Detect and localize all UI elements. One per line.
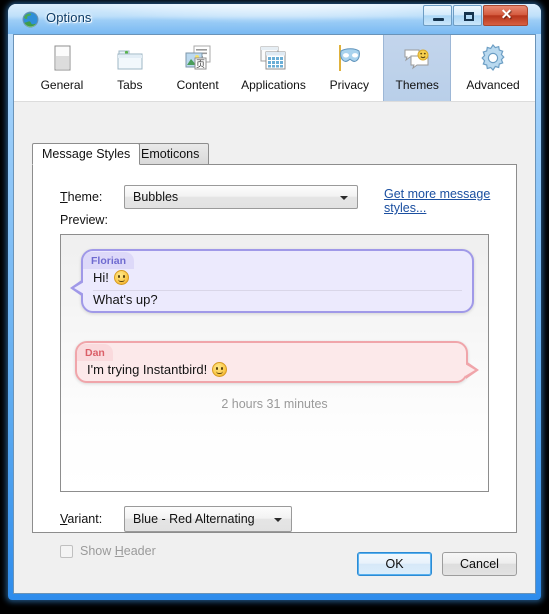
smiley-icon — [113, 270, 129, 285]
ok-button-label: OK — [385, 557, 404, 571]
chevron-down-icon — [274, 518, 282, 522]
cancel-button-label: Cancel — [460, 557, 499, 571]
options-category-toolbar[interactable]: General Tabs 页 Content Applications Priv… — [14, 35, 535, 102]
toolbar-label-applications: Applications — [241, 78, 306, 92]
chevron-down-icon — [340, 196, 348, 200]
chat-smiley-icon — [401, 42, 433, 74]
svg-text:页: 页 — [196, 59, 205, 70]
variant-label: Variant: — [60, 507, 102, 531]
variant-dropdown[interactable]: Blue - Red Alternating — [124, 506, 292, 532]
chat-bubble-dan: Dan I'm trying Instantbird! — [75, 341, 479, 383]
title-bar[interactable]: Options ✕ — [8, 4, 541, 34]
theme-dropdown-value: Bubbles — [133, 190, 179, 204]
bubble-sender-florian: Florian — [83, 252, 135, 269]
get-more-message-styles-link[interactable]: Get more message styles... — [384, 187, 500, 215]
bubble-line-1: I'm trying Instantbird! — [77, 361, 466, 381]
toolbar-item-privacy[interactable]: Privacy — [315, 35, 383, 101]
bubble-text-hi: Hi! — [93, 270, 109, 285]
bubble-line-1: Hi! — [83, 269, 472, 289]
ok-button[interactable]: OK — [357, 552, 432, 576]
toolbar-item-advanced[interactable]: Advanced — [451, 35, 535, 101]
window-pane-icon — [46, 42, 78, 74]
toolbar-label-advanced: Advanced — [466, 78, 520, 92]
toolbar-label-themes: Themes — [395, 78, 439, 92]
theme-row: Theme: Bubbles Get more message styles..… — [60, 185, 500, 215]
maximize-icon — [464, 12, 474, 21]
tab-message-styles[interactable]: Message Styles — [32, 143, 141, 165]
tab-label-emoticons: Emoticons — [141, 147, 200, 161]
theme-dropdown[interactable]: Bubbles — [124, 185, 358, 209]
preview-pane: Florian Hi! What's up? Dan I'm trying In… — [60, 234, 489, 492]
folder-tabs-icon — [114, 42, 146, 74]
toolbar-label-privacy: Privacy — [329, 78, 369, 92]
bubble-text-whats-up: What's up? — [93, 292, 158, 307]
options-window: Options ✕ General Tabs 页 Content Applica… — [8, 4, 541, 600]
bubble-tail-left-inner — [74, 282, 84, 294]
tab-emoticons[interactable]: Emoticons — [131, 143, 210, 165]
theme-label-accel: T — [60, 190, 68, 204]
theme-label: Theme: — [60, 185, 102, 209]
show-header-label-accel: H — [114, 544, 124, 558]
toolbar-item-tabs[interactable]: Tabs — [96, 35, 164, 101]
toolbar-label-content: Content — [176, 78, 219, 92]
cancel-button[interactable]: Cancel — [442, 552, 517, 576]
options-content: Message Styles Emoticons Theme: Bubbles … — [14, 102, 535, 593]
globe-icon — [22, 11, 39, 28]
gear-icon — [477, 42, 509, 74]
minimize-icon — [433, 18, 444, 21]
close-icon: ✕ — [500, 8, 513, 23]
bubble-sender-dan: Dan — [77, 344, 113, 361]
theme-label-rest: heme: — [67, 190, 103, 204]
tab-strip[interactable]: Message Styles Emoticons — [32, 143, 517, 165]
window-title: Options — [46, 10, 92, 25]
tab-label-message-styles: Message Styles — [42, 147, 131, 161]
toolbar-item-general[interactable]: General — [28, 35, 96, 101]
smiley-icon — [212, 362, 228, 377]
close-button[interactable]: ✕ — [483, 5, 528, 26]
show-header-label-before: Show — [80, 544, 115, 558]
show-header-label: Show Header — [80, 544, 156, 558]
variant-row: Variant: Blue - Red Alternating — [60, 506, 500, 532]
preview-status-text: 2 hours 31 minutes — [221, 397, 328, 411]
show-header-checkbox[interactable] — [60, 544, 73, 558]
toolbar-item-content[interactable]: 页 Content — [164, 35, 232, 101]
minimize-button[interactable] — [423, 5, 452, 26]
window-client-area: General Tabs 页 Content Applications Priv… — [13, 34, 536, 594]
image-text-icon: 页 — [182, 42, 214, 74]
show-header-checkbox-row[interactable]: Show Header — [60, 544, 156, 558]
toolbar-label-general: General — [40, 78, 84, 92]
dialog-button-row[interactable]: OK Cancel — [357, 552, 517, 576]
toolbar-label-tabs: Tabs — [117, 78, 143, 92]
chat-bubble-florian: Florian Hi! What's up? — [70, 249, 474, 313]
preview-label: Preview: — [60, 213, 108, 227]
bubble-text-instantbird: I'm trying Instantbird! — [87, 362, 208, 377]
mask-icon — [333, 42, 365, 74]
bubble-tail-right-inner — [465, 364, 475, 376]
toolbar-item-themes[interactable]: Themes — [383, 35, 452, 101]
maximize-button[interactable] — [453, 5, 482, 26]
variant-dropdown-value: Blue - Red Alternating — [133, 512, 255, 526]
bubble-line-2: What's up? — [83, 291, 472, 311]
toolbar-item-applications[interactable]: Applications — [232, 35, 316, 101]
show-header-label-after: eader — [123, 544, 156, 558]
variant-label-rest: ariant: — [67, 512, 103, 526]
app-windows-icon — [257, 42, 289, 74]
message-styles-panel: Theme: Bubbles Get more message styles..… — [32, 164, 517, 558]
